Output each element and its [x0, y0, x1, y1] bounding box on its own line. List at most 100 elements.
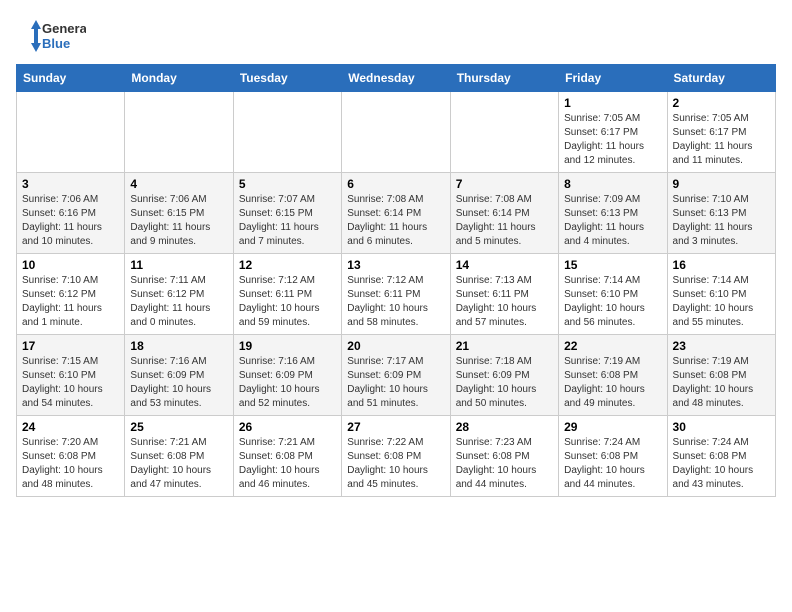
day-info: Sunrise: 7:19 AMSunset: 6:08 PMDaylight:… [564, 355, 661, 411]
day-number: 4 [130, 177, 227, 191]
calendar-cell: 21 Sunrise: 7:18 AMSunset: 6:09 PMDayligh… [450, 335, 558, 416]
day-number: 3 [22, 177, 119, 191]
calendar-cell [450, 92, 558, 173]
calendar-cell: 4 Sunrise: 7:06 AMSunset: 6:15 PMDaylight… [125, 173, 233, 254]
svg-text:Blue: Blue [42, 36, 70, 51]
day-info: Sunrise: 7:11 AMSunset: 6:12 PMDaylight:… [130, 274, 227, 330]
day-info: Sunrise: 7:05 AMSunset: 6:17 PMDaylight:… [673, 112, 770, 168]
calendar-cell: 29Sunrise: 7:24 AMSunset: 6:08 PMDayligh… [559, 416, 667, 497]
calendar-cell: 18 Sunrise: 7:16 AMSunset: 6:09 PMDayligh… [125, 335, 233, 416]
calendar-cell: 30 Sunrise: 7:24 AMSunset: 6:08 PMDayligh… [667, 416, 775, 497]
calendar-cell: 3 Sunrise: 7:06 AMSunset: 6:16 PMDaylight… [17, 173, 125, 254]
day-info: Sunrise: 7:12 AMSunset: 6:11 PMDaylight:… [347, 274, 444, 330]
svg-text:General: General [42, 21, 86, 36]
day-info: Sunrise: 7:18 AMSunset: 6:09 PMDaylight:… [456, 355, 553, 411]
header: General Blue [16, 16, 776, 56]
weekday-sunday: Sunday [17, 65, 125, 92]
weekday-header: SundayMondayTuesdayWednesdayThursdayFrid… [17, 65, 776, 92]
day-number: 10 [22, 258, 119, 272]
calendar-cell: 24Sunrise: 7:20 AMSunset: 6:08 PMDayligh… [17, 416, 125, 497]
logo: General Blue [16, 16, 86, 56]
day-number: 15 [564, 258, 661, 272]
day-number: 22 [564, 339, 661, 353]
weekday-thursday: Thursday [450, 65, 558, 92]
calendar-cell: 19 Sunrise: 7:16 AMSunset: 6:09 PMDayligh… [233, 335, 341, 416]
calendar-week-2: 3 Sunrise: 7:06 AMSunset: 6:16 PMDaylight… [17, 173, 776, 254]
day-info: Sunrise: 7:06 AMSunset: 6:15 PMDaylight:… [130, 193, 227, 249]
logo-svg: General Blue [16, 16, 86, 56]
day-info: Sunrise: 7:08 AMSunset: 6:14 PMDaylight:… [347, 193, 444, 249]
day-info: Sunrise: 7:15 AMSunset: 6:10 PMDaylight:… [22, 355, 119, 411]
day-info: Sunrise: 7:21 AMSunset: 6:08 PMDaylight:… [239, 436, 336, 492]
calendar-cell: 16Sunrise: 7:14 AMSunset: 6:10 PMDayligh… [667, 254, 775, 335]
weekday-tuesday: Tuesday [233, 65, 341, 92]
day-number: 9 [673, 177, 770, 191]
day-info: Sunrise: 7:24 AMSunset: 6:08 PMDaylight:… [673, 436, 770, 492]
calendar-cell [233, 92, 341, 173]
day-number: 18 [130, 339, 227, 353]
calendar-cell: 2Sunrise: 7:05 AMSunset: 6:17 PMDaylight… [667, 92, 775, 173]
calendar-cell: 9 Sunrise: 7:10 AMSunset: 6:13 PMDaylight… [667, 173, 775, 254]
day-info: Sunrise: 7:14 AMSunset: 6:10 PMDaylight:… [564, 274, 661, 330]
day-info: Sunrise: 7:10 AMSunset: 6:12 PMDaylight:… [22, 274, 119, 330]
day-number: 21 [456, 339, 553, 353]
calendar-cell: 25Sunrise: 7:21 AMSunset: 6:08 PMDayligh… [125, 416, 233, 497]
day-number: 27 [347, 420, 444, 434]
calendar-cell [17, 92, 125, 173]
calendar-cell: 15 Sunrise: 7:14 AMSunset: 6:10 PMDayligh… [559, 254, 667, 335]
day-info: Sunrise: 7:16 AMSunset: 6:09 PMDaylight:… [130, 355, 227, 411]
day-info: Sunrise: 7:16 AMSunset: 6:09 PMDaylight:… [239, 355, 336, 411]
day-number: 25 [130, 420, 227, 434]
calendar-cell: 7 Sunrise: 7:08 AMSunset: 6:14 PMDaylight… [450, 173, 558, 254]
calendar-cell: 26 Sunrise: 7:21 AMSunset: 6:08 PMDayligh… [233, 416, 341, 497]
day-number: 30 [673, 420, 770, 434]
calendar-cell: 12Sunrise: 7:12 AMSunset: 6:11 PMDayligh… [233, 254, 341, 335]
day-info: Sunrise: 7:17 AMSunset: 6:09 PMDaylight:… [347, 355, 444, 411]
day-info: Sunrise: 7:14 AMSunset: 6:10 PMDaylight:… [673, 274, 770, 330]
day-number: 6 [347, 177, 444, 191]
day-number: 20 [347, 339, 444, 353]
calendar-week-1: 1Sunrise: 7:05 AMSunset: 6:17 PMDaylight… [17, 92, 776, 173]
calendar-cell: 11 Sunrise: 7:11 AMSunset: 6:12 PMDayligh… [125, 254, 233, 335]
calendar-cell: 8Sunrise: 7:09 AMSunset: 6:13 PMDaylight… [559, 173, 667, 254]
calendar-week-4: 17 Sunrise: 7:15 AMSunset: 6:10 PMDayligh… [17, 335, 776, 416]
day-number: 7 [456, 177, 553, 191]
calendar-cell: 20 Sunrise: 7:17 AMSunset: 6:09 PMDayligh… [342, 335, 450, 416]
calendar-cell: 6 Sunrise: 7:08 AMSunset: 6:14 PMDaylight… [342, 173, 450, 254]
day-info: Sunrise: 7:05 AMSunset: 6:17 PMDaylight:… [564, 112, 661, 168]
day-number: 14 [456, 258, 553, 272]
calendar-body: 1Sunrise: 7:05 AMSunset: 6:17 PMDaylight… [17, 92, 776, 497]
day-number: 28 [456, 420, 553, 434]
weekday-friday: Friday [559, 65, 667, 92]
calendar-cell: 22 Sunrise: 7:19 AMSunset: 6:08 PMDayligh… [559, 335, 667, 416]
calendar-cell: 1Sunrise: 7:05 AMSunset: 6:17 PMDaylight… [559, 92, 667, 173]
day-info: Sunrise: 7:22 AMSunset: 6:08 PMDaylight:… [347, 436, 444, 492]
calendar-week-5: 24Sunrise: 7:20 AMSunset: 6:08 PMDayligh… [17, 416, 776, 497]
calendar-cell [342, 92, 450, 173]
day-info: Sunrise: 7:19 AMSunset: 6:08 PMDaylight:… [673, 355, 770, 411]
day-info: Sunrise: 7:08 AMSunset: 6:14 PMDaylight:… [456, 193, 553, 249]
day-info: Sunrise: 7:06 AMSunset: 6:16 PMDaylight:… [22, 193, 119, 249]
day-number: 11 [130, 258, 227, 272]
weekday-wednesday: Wednesday [342, 65, 450, 92]
calendar-cell: 10 Sunrise: 7:10 AMSunset: 6:12 PMDayligh… [17, 254, 125, 335]
calendar-cell: 13 Sunrise: 7:12 AMSunset: 6:11 PMDayligh… [342, 254, 450, 335]
day-info: Sunrise: 7:10 AMSunset: 6:13 PMDaylight:… [673, 193, 770, 249]
day-number: 19 [239, 339, 336, 353]
calendar-week-3: 10 Sunrise: 7:10 AMSunset: 6:12 PMDayligh… [17, 254, 776, 335]
day-number: 17 [22, 339, 119, 353]
weekday-monday: Monday [125, 65, 233, 92]
calendar-cell: 28Sunrise: 7:23 AMSunset: 6:08 PMDayligh… [450, 416, 558, 497]
day-number: 13 [347, 258, 444, 272]
day-number: 5 [239, 177, 336, 191]
day-number: 12 [239, 258, 336, 272]
calendar-cell: 17 Sunrise: 7:15 AMSunset: 6:10 PMDayligh… [17, 335, 125, 416]
calendar-cell: 5Sunrise: 7:07 AMSunset: 6:15 PMDaylight… [233, 173, 341, 254]
day-number: 26 [239, 420, 336, 434]
day-info: Sunrise: 7:24 AMSunset: 6:08 PMDaylight:… [564, 436, 661, 492]
day-number: 8 [564, 177, 661, 191]
calendar-table: SundayMondayTuesdayWednesdayThursdayFrid… [16, 64, 776, 497]
day-info: Sunrise: 7:20 AMSunset: 6:08 PMDaylight:… [22, 436, 119, 492]
calendar-cell: 27 Sunrise: 7:22 AMSunset: 6:08 PMDayligh… [342, 416, 450, 497]
calendar-cell [125, 92, 233, 173]
